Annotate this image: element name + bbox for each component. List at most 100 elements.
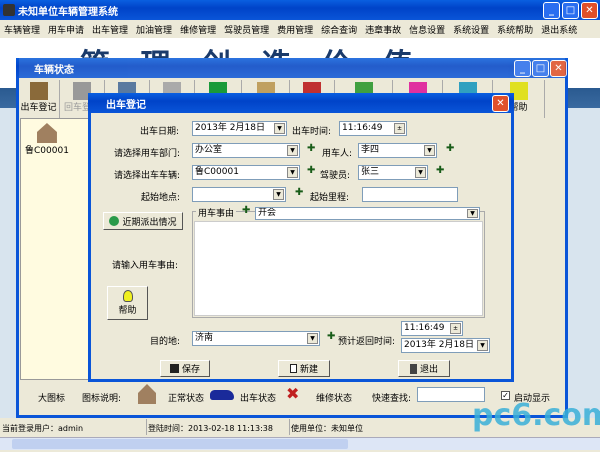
recent-dispatch-button[interactable]: 近期派出情况 xyxy=(103,212,183,230)
dropdown-arrow-icon[interactable]: ▼ xyxy=(287,167,298,178)
spinner-icon[interactable]: ± xyxy=(394,123,405,134)
status-unit: 使用单位：未知单位 xyxy=(291,424,363,433)
large-icons-toggle[interactable]: 大图标 xyxy=(38,391,65,404)
date-picker[interactable]: 2013年 2月18日 ▼ xyxy=(192,121,287,136)
menu-item[interactable]: 综合查询 xyxy=(317,23,361,36)
vehicle-label: 鲁C00001 xyxy=(25,146,69,156)
vehicle-status-title-bar: 车辆状态 _ □ ✕ xyxy=(16,58,568,78)
toolbar-button[interactable]: 出车登记 xyxy=(18,80,60,118)
user-combo[interactable]: 李四 ▼ xyxy=(358,143,437,158)
normal-status-label: 正常状态 xyxy=(168,394,205,404)
dispatch-dialog-title-bar: 出车登记 ✕ xyxy=(88,93,514,113)
spinner-icon[interactable]: ± xyxy=(450,323,461,334)
toolbar-icon xyxy=(29,82,48,100)
dropdown-arrow-icon[interactable]: ▼ xyxy=(274,123,285,134)
exit-door-icon xyxy=(409,363,417,374)
house-icon xyxy=(36,123,57,143)
dropdown-arrow-icon[interactable]: ▼ xyxy=(273,189,284,200)
maximize-button[interactable]: □ xyxy=(562,2,579,19)
dept-value: 办公室 xyxy=(195,145,223,155)
driver-value: 张三 xyxy=(361,167,380,177)
add-start-icon[interactable]: ✚ xyxy=(295,187,303,198)
add-driver-icon[interactable]: ✚ xyxy=(436,165,444,176)
new-document-icon xyxy=(289,364,297,373)
status-user: 当前登录用户：admin xyxy=(2,424,84,433)
dialog-close-button[interactable]: ✕ xyxy=(492,95,509,112)
menu-item[interactable]: 出车管理 xyxy=(88,23,132,36)
time-spinner[interactable]: 11:16:49 ± xyxy=(339,121,407,136)
main-title-bar: 未知单位车辆管理系统 _ □ ✕ xyxy=(0,0,600,20)
vehicle-combo[interactable]: 鲁C00001 ▼ xyxy=(192,165,300,180)
dropdown-arrow-icon[interactable]: ▼ xyxy=(307,333,318,344)
return-date-picker[interactable]: 2013年 2月18日 ▼ xyxy=(401,338,490,353)
repair-status-label: 维修状态 xyxy=(316,394,353,404)
child-close-button[interactable]: ✕ xyxy=(550,60,567,77)
new-button[interactable]: 新建 xyxy=(278,360,330,377)
add-dest-icon[interactable]: ✚ xyxy=(327,331,335,342)
reason-group-label: 用车事由 xyxy=(196,206,237,219)
add-reason-icon[interactable]: ✚ xyxy=(242,205,250,216)
child-maximize-button[interactable]: □ xyxy=(532,60,549,77)
menu-item[interactable]: 违章事故 xyxy=(361,23,405,36)
horizontal-scrollbar[interactable] xyxy=(0,437,600,450)
return-time-spinner[interactable]: 11:16:49 ± xyxy=(401,321,463,336)
vehicle-status-title: 车辆状态 xyxy=(34,64,74,76)
divider xyxy=(289,419,290,435)
start-combo[interactable]: ▼ xyxy=(192,187,286,202)
save-label: 保存 xyxy=(181,365,200,375)
vehicle-item[interactable]: 鲁C00001 xyxy=(25,123,69,156)
dest-value: 济南 xyxy=(195,333,214,343)
exit-button[interactable]: 退出 xyxy=(398,360,450,377)
vehicle-label: 请选择出车车辆: xyxy=(114,171,181,181)
scrollbar-thumb[interactable] xyxy=(12,439,348,449)
dialog-title: 出车登记 xyxy=(106,99,146,111)
help-button[interactable]: 帮助 xyxy=(107,286,148,320)
car-icon xyxy=(210,390,234,400)
child-minimize-button[interactable]: _ xyxy=(514,60,531,77)
dropdown-arrow-icon[interactable]: ▼ xyxy=(424,145,435,156)
minimize-button[interactable]: _ xyxy=(543,2,560,19)
dropdown-arrow-icon[interactable]: ▼ xyxy=(467,209,478,218)
menu-item[interactable]: 信息设置 xyxy=(405,23,449,36)
status-login-time: 登陆时间：2013-02-18 11:13:38 xyxy=(148,424,273,433)
menu-item[interactable]: 系统设置 xyxy=(449,23,493,36)
menu-item[interactable]: 维修管理 xyxy=(176,23,220,36)
help-label: 帮助 xyxy=(118,306,137,316)
reason-combo[interactable]: 开会 ▼ xyxy=(255,207,480,220)
mileage-input[interactable] xyxy=(362,187,458,202)
time-value: 11:16:49 xyxy=(342,123,383,133)
lightbulb-icon xyxy=(122,290,133,302)
driver-combo[interactable]: 张三 ▼ xyxy=(358,165,428,180)
dept-label: 请选择用车部门: xyxy=(114,149,181,159)
dropdown-arrow-icon[interactable]: ▼ xyxy=(477,340,488,351)
reason-value: 开会 xyxy=(258,208,277,218)
driver-label: 驾驶员: xyxy=(320,171,351,181)
dropdown-arrow-icon[interactable]: ▼ xyxy=(287,145,298,156)
dropdown-arrow-icon[interactable]: ▼ xyxy=(415,167,426,178)
legend-label: 图标说明: xyxy=(82,394,122,404)
add-user-icon[interactable]: ✚ xyxy=(446,143,454,154)
dept-combo[interactable]: 办公室 ▼ xyxy=(192,143,300,158)
globe-icon xyxy=(109,216,120,226)
save-button[interactable]: 保存 xyxy=(160,360,210,377)
menu-item[interactable]: 加油管理 xyxy=(132,23,176,36)
menu-item[interactable]: 驾驶员管理 xyxy=(220,23,273,36)
menu-item[interactable]: 退出系统 xyxy=(537,23,581,36)
dest-combo[interactable]: 济南 ▼ xyxy=(192,331,320,346)
watermark: pc6.com xyxy=(472,398,600,433)
add-dept-icon[interactable]: ✚ xyxy=(307,143,315,154)
tools-icon: ✖ xyxy=(286,384,300,403)
floppy-icon xyxy=(169,364,179,373)
date-value: 2013年 2月18日 xyxy=(195,123,265,133)
mileage-label: 起始里程: xyxy=(310,193,350,203)
app-icon xyxy=(3,4,15,16)
user-value: 李四 xyxy=(361,145,380,155)
close-button[interactable]: ✕ xyxy=(581,2,598,19)
menu-item[interactable]: 车辆管理 xyxy=(0,23,44,36)
menu-item[interactable]: 费用管理 xyxy=(273,23,317,36)
menu-item[interactable]: 用车申请 xyxy=(44,23,88,36)
toolbar-label: 出车登记 xyxy=(20,103,57,113)
menu-item[interactable]: 系统帮助 xyxy=(493,23,537,36)
reason-textarea[interactable] xyxy=(194,221,483,316)
add-vehicle-icon[interactable]: ✚ xyxy=(307,165,315,176)
